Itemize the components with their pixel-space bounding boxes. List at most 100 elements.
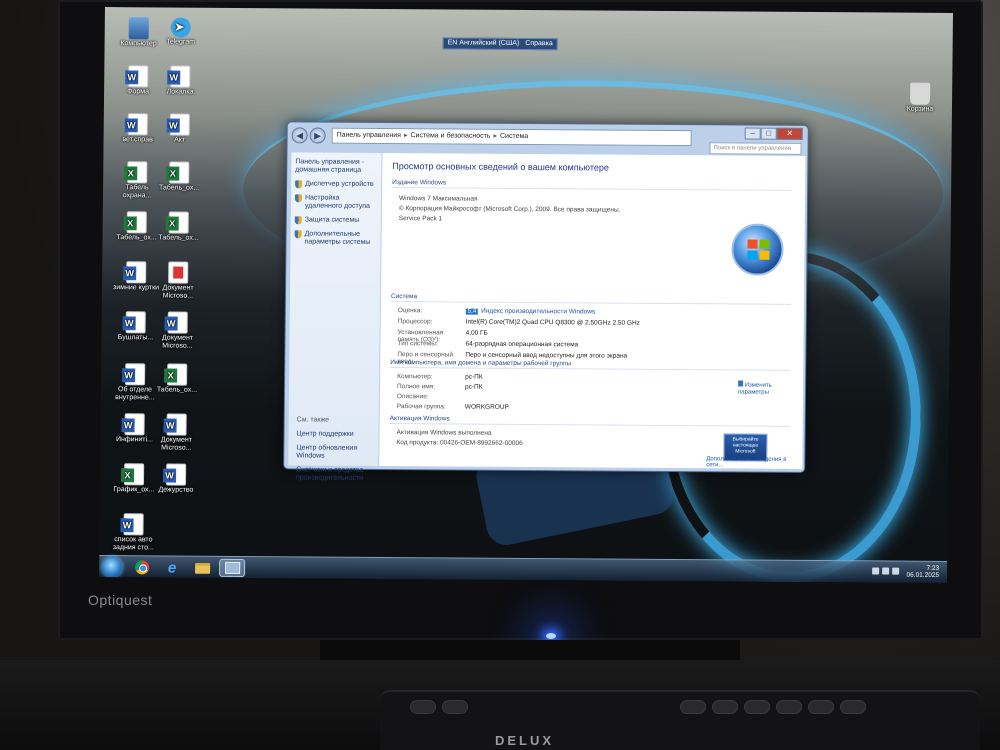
- minimize-button[interactable]: –: [744, 127, 761, 140]
- desktop-icon[interactable]: Документ Microso...: [151, 311, 203, 350]
- performance-tools-link[interactable]: Счетчики и средства производительности: [296, 466, 374, 483]
- word-icon: [127, 113, 148, 136]
- system-protection-link[interactable]: Защита системы: [294, 216, 377, 225]
- system-value: 64-разрядная операционная система: [465, 341, 578, 349]
- system-value: Intel(R) Core(TM)2 Quad CPU Q8300 @ 2.50…: [466, 319, 640, 327]
- computer-name-heading: Имя компьютера, имя домена и параметры р…: [390, 359, 791, 371]
- desktop-icon-label: Об отделе внутренне...: [115, 386, 155, 402]
- pdf-icon: [168, 261, 189, 284]
- breadcrumb-security[interactable]: Система и безопасность: [410, 129, 490, 144]
- flag-icon[interactable]: [872, 567, 880, 575]
- desktop-icon-label: Акт: [174, 136, 186, 144]
- computer-row: Компьютер: pc-ПК: [397, 373, 483, 381]
- explorer-taskbar-button[interactable]: [189, 559, 215, 577]
- forward-icon[interactable]: ▶: [309, 127, 326, 144]
- word-icon: [167, 311, 188, 334]
- volume-icon[interactable]: [892, 567, 900, 575]
- performance-index-badge[interactable]: 5,4: [465, 308, 479, 315]
- computer-value: WORKGROUP: [465, 404, 509, 411]
- change-settings-link[interactable]: Изменить параметры: [738, 380, 798, 396]
- control-panel-home-link[interactable]: Панель управления - домашняя страница: [295, 158, 377, 175]
- action-center-link[interactable]: Центр поддержки: [296, 430, 374, 439]
- advanced-settings-link[interactable]: Дополнительные параметры системы: [294, 230, 376, 247]
- start-button[interactable]: [102, 557, 123, 578]
- ie-taskbar-button[interactable]: e: [159, 558, 185, 576]
- keyboard: [380, 690, 980, 750]
- control-panel-icon: [224, 561, 240, 575]
- language-indicator[interactable]: EN Английский (США): [448, 38, 520, 49]
- computer-row: Описание:: [397, 393, 465, 400]
- clock[interactable]: 7:23 06.01.2025: [907, 565, 940, 579]
- desktop-icon-label: Компьютер: [120, 40, 157, 48]
- system-heading: Система: [390, 293, 792, 305]
- computer-key: Рабочая группа:: [396, 403, 446, 411]
- desktop-icon[interactable]: Акт: [154, 113, 206, 144]
- chrome-icon: [135, 560, 150, 575]
- desktop-icon-label: Документ Microso...: [160, 436, 193, 452]
- system-value-text: Индекс производительности Windows: [481, 307, 596, 316]
- language-bar[interactable]: EN Английский (США) Справка: [442, 37, 558, 51]
- desktop-icon[interactable]: Локалка: [154, 65, 206, 96]
- desktop-icon-label: Локалка: [166, 88, 194, 96]
- computer-row: Рабочая группа: WORKGROUP: [397, 403, 509, 411]
- shield-icon: [738, 380, 744, 387]
- system-row: Процессор: Intel(R) Core(TM)2 Quad CPU Q8…: [398, 318, 640, 327]
- desktop-icon[interactable]: Документ Microso...: [152, 261, 204, 300]
- edition-name: Windows 7 Максимальная: [398, 195, 478, 203]
- system-window-taskbar-button[interactable]: [219, 558, 246, 578]
- more-info-link[interactable]: Дополнительные сведения в сети...: [706, 456, 802, 469]
- computer-value: pc-ПК: [465, 384, 483, 391]
- word-icon: [165, 463, 187, 486]
- excel-icon: [168, 211, 189, 234]
- title-bar[interactable]: ◀ ▶ Панель управления ▸ Система и безопас…: [287, 122, 807, 155]
- breadcrumb-control-panel[interactable]: Панель управления: [337, 129, 401, 143]
- word-icon: [126, 261, 147, 284]
- desktop-icon-label: Табель_ох...: [158, 234, 199, 242]
- system-key: Оценка:: [397, 307, 423, 315]
- copyright: © Корпорация Майкрософт (Microsoft Corp.…: [398, 205, 621, 214]
- excel-icon: [169, 161, 190, 184]
- desktop-icon[interactable]: Табель_ох...: [151, 363, 203, 394]
- remote-settings-link[interactable]: Настройка удаленного доступа: [294, 194, 377, 211]
- desktop-icon[interactable]: Дежурство: [150, 463, 202, 494]
- computer-value-text: WORKGROUP: [464, 403, 509, 411]
- maximize-button[interactable]: □: [760, 127, 777, 140]
- desktop-icon[interactable]: Документ Microso...: [150, 413, 202, 452]
- device-manager-link[interactable]: Диспетчер устройств: [295, 180, 377, 189]
- shield-icon: [294, 216, 302, 225]
- excel-icon: [123, 463, 145, 486]
- network-icon[interactable]: [882, 567, 890, 575]
- monitor-brand-logo: Optiquest: [88, 592, 153, 608]
- desktop-icon[interactable]: Табель_ох...: [153, 211, 205, 242]
- system-value[interactable]: 5,4 Индекс производительности Windows: [465, 307, 596, 316]
- system-window[interactable]: ◀ ▶ Панель управления ▸ Система и безопас…: [283, 121, 809, 482]
- address-bar[interactable]: Панель управления ▸ Система и безопасност…: [331, 127, 692, 147]
- desktop-icon-label: Табель_ох...: [158, 184, 200, 192]
- close-button[interactable]: ✕: [776, 127, 803, 140]
- excel-icon: [167, 363, 188, 386]
- word-icon: [125, 311, 146, 334]
- desktop-icon[interactable]: Корзина: [894, 82, 946, 114]
- computer-value-text: pc-ПК: [465, 373, 483, 381]
- windows-logo-icon: [731, 223, 784, 276]
- service-pack: Service Pack 1: [398, 215, 443, 223]
- desktop-icon-label: Дежурство: [158, 486, 194, 494]
- clock-date: 06.01.2025: [906, 571, 940, 579]
- chrome-taskbar-button[interactable]: [129, 558, 155, 576]
- system-value-text: 4,00 ГБ: [465, 329, 488, 337]
- search-input[interactable]: Поиск в панели управления: [709, 142, 802, 155]
- desktop-icon-label: Telegram: [166, 38, 196, 46]
- breadcrumb-system[interactable]: Система: [500, 130, 528, 144]
- page-title: Просмотр основных сведений о вашем компь…: [392, 161, 609, 173]
- desktop-icon[interactable]: Telegram: [155, 17, 207, 46]
- tray-icons[interactable]: [872, 567, 900, 575]
- desktop-icon-label: Форма: [127, 88, 150, 96]
- desktop-icon[interactable]: список авто задния сто...: [107, 513, 159, 552]
- desktop-icon[interactable]: Табель_ох...: [153, 161, 205, 192]
- windows-update-link[interactable]: Центр обновления Windows: [296, 444, 374, 461]
- help-label[interactable]: Справка: [525, 39, 553, 49]
- back-icon[interactable]: ◀: [291, 127, 308, 144]
- internet-explorer-icon: e: [167, 559, 177, 577]
- content-pane: Просмотр основных сведений о вашем компь…: [379, 152, 806, 469]
- activation-status: Активация Windows выполнена: [396, 429, 492, 437]
